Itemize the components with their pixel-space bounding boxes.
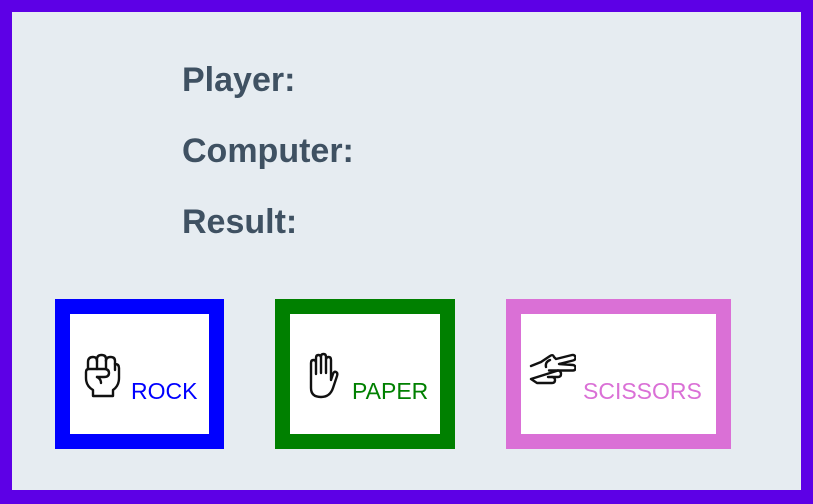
game-panel: Player: Computer: Result: ROCK PAPER SCI… bbox=[12, 12, 801, 490]
fist-icon bbox=[84, 353, 121, 398]
result-label: Result: bbox=[182, 203, 298, 241]
paper-label: PAPER bbox=[352, 378, 429, 404]
player-status: Player: bbox=[182, 63, 303, 97]
scissors-button[interactable]: SCISSORS bbox=[506, 299, 731, 449]
computer-label: Computer: bbox=[182, 132, 354, 170]
player-label: Player: bbox=[182, 61, 296, 99]
victory-hand-icon bbox=[529, 353, 576, 385]
computer-status: Computer: bbox=[182, 134, 362, 168]
result-status: Result: bbox=[182, 205, 305, 239]
rock-button[interactable]: ROCK bbox=[55, 299, 224, 449]
raised-hand-icon bbox=[309, 352, 339, 399]
paper-button[interactable]: PAPER bbox=[275, 299, 455, 449]
scissors-label: SCISSORS bbox=[583, 378, 702, 404]
rock-label: ROCK bbox=[131, 378, 198, 404]
